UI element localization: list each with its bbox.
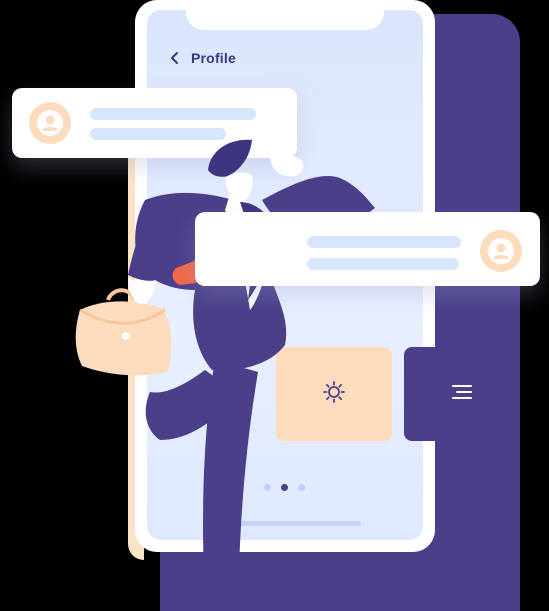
pagination-dot[interactable] [264, 484, 271, 491]
settings-tile[interactable] [276, 347, 392, 441]
user-avatar-icon [480, 230, 522, 272]
sun-gear-icon [322, 380, 346, 409]
placeholder-line [307, 258, 459, 270]
phone-notch [186, 10, 384, 30]
pagination-dot-active[interactable] [281, 484, 288, 491]
placeholder-line [90, 108, 256, 120]
top-bar: Profile [169, 50, 236, 66]
home-indicator [235, 521, 361, 526]
pagination-dots [264, 484, 305, 491]
pagination-dot[interactable] [298, 484, 305, 491]
hamburger-menu-icon [451, 383, 473, 406]
page-title: Profile [191, 50, 236, 66]
placeholder-line [90, 128, 226, 140]
profile-card-left[interactable] [12, 88, 297, 158]
chevron-left-icon[interactable] [169, 50, 181, 66]
illustration-scene: Profile [0, 0, 549, 611]
placeholder-line [307, 236, 461, 248]
user-avatar-icon [29, 102, 71, 144]
menu-tile[interactable] [404, 347, 520, 441]
profile-card-right[interactable] [195, 212, 540, 286]
